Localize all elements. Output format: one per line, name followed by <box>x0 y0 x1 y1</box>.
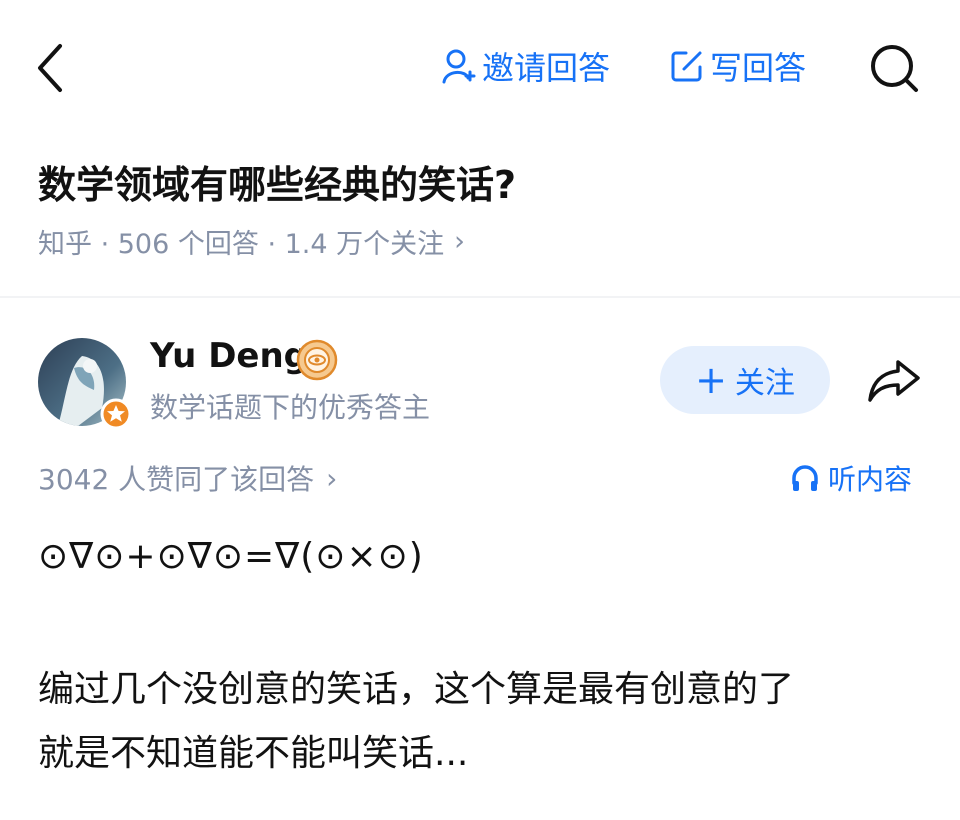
invite-answer-button[interactable]: 邀请回答 <box>442 44 610 88</box>
excellent-author-badge-icon <box>296 339 338 381</box>
vote-count-text: 3042 人赞同了该回答 <box>38 463 315 496</box>
headphones-icon <box>792 465 818 491</box>
share-icon <box>868 360 920 402</box>
follow-button[interactable]: + 关注 <box>660 346 830 414</box>
follow-label: 关注 <box>734 366 795 401</box>
vote-summary[interactable]: 3042 人赞同了该回答 › <box>38 458 337 498</box>
author-name[interactable]: Yu Deng <box>150 336 308 376</box>
invite-answer-label: 邀请回答 <box>482 49 611 87</box>
write-answer-label: 写回答 <box>710 49 807 87</box>
edit-icon <box>671 51 702 82</box>
answer-paragraph-line-1: 编过几个没创意的笑话，这个算是最有创意的了 <box>38 669 795 710</box>
share-button[interactable] <box>864 356 924 406</box>
answer-formula: ⊙∇⊙+⊙∇⊙=∇(⊙×⊙) <box>38 536 424 577</box>
plus-icon: + <box>695 358 727 402</box>
question-meta-text: 知乎 · 506 个回答 · 1.4 万个关注 <box>38 229 445 260</box>
verified-star-icon <box>100 398 132 430</box>
question-meta[interactable]: 知乎 · 506 个回答 · 1.4 万个关注 › <box>38 222 465 261</box>
search-button[interactable] <box>866 40 922 96</box>
listen-content-label: 听内容 <box>828 463 913 496</box>
search-icon <box>871 45 918 92</box>
question-title[interactable]: 数学领域有哪些经典的笑话? <box>38 154 516 209</box>
chevron-right-icon: › <box>454 226 465 257</box>
chevron-right-icon: › <box>326 461 338 495</box>
listen-content-button[interactable]: 听内容 <box>790 458 912 498</box>
section-divider <box>0 296 960 298</box>
back-button[interactable] <box>30 40 74 96</box>
write-answer-button[interactable]: 写回答 <box>670 44 806 88</box>
invite-person-icon <box>442 49 476 84</box>
author-description: 数学话题下的优秀答主 <box>150 391 431 424</box>
back-chevron-icon <box>38 44 62 92</box>
answer-paragraph-line-2: 就是不知道能不能叫笑话... <box>38 733 469 774</box>
author-avatar[interactable] <box>38 338 132 430</box>
